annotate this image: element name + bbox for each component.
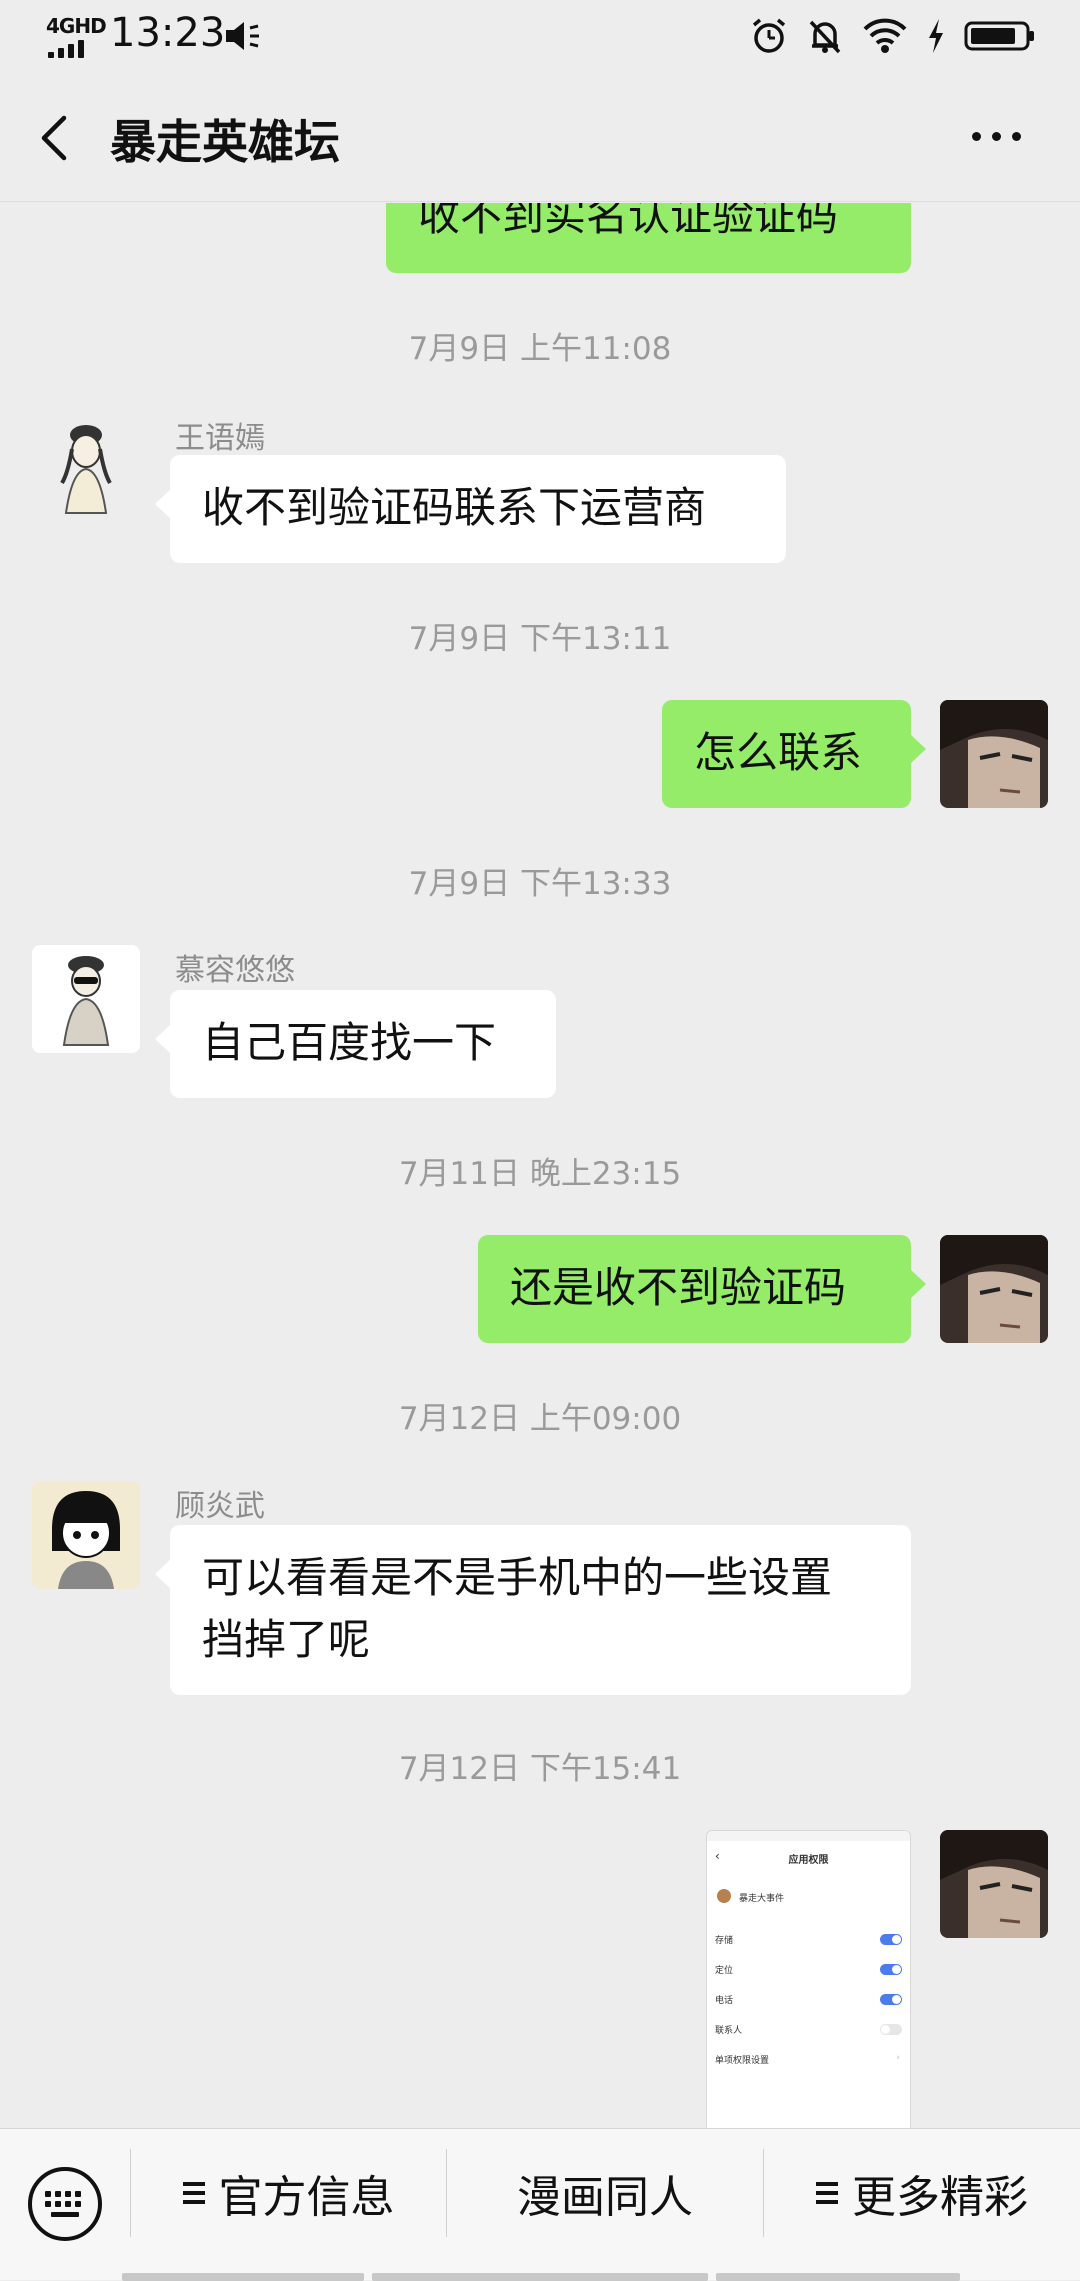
avatar-image: [32, 945, 140, 1053]
chat-title: 暴走英雄坛: [110, 115, 340, 169]
timestamp: 7月9日 上午11:08: [408, 331, 672, 367]
avatar-image: [940, 700, 1048, 808]
permission-toggle: [880, 1964, 902, 1975]
permission-row: 存储: [715, 1933, 902, 1947]
permission-label: 联系人: [715, 2026, 743, 2036]
message-text-line: 挡掉了呢: [202, 1615, 371, 1664]
timestamp: 7月9日 下午13:33: [408, 866, 672, 902]
battery-icon: [964, 21, 1034, 51]
bottom-menu-bar: 官方信息 漫画同人 更多精彩: [0, 2128, 1080, 2281]
menu-label: 漫画同人: [517, 2172, 693, 2223]
permission-label: 电话: [715, 1996, 734, 2006]
my-avatar[interactable]: [940, 1830, 1048, 1938]
menu-label: 更多精彩: [852, 2172, 1028, 2223]
dot-icon: [972, 131, 981, 141]
keyboard-toggle-button[interactable]: [26, 2165, 104, 2243]
menu-official-info[interactable]: 官方信息: [131, 2129, 446, 2257]
charging-icon: [929, 19, 943, 53]
message-bubble-self[interactable]: 怎么联系: [662, 700, 926, 808]
permission-label: 定位: [715, 1966, 734, 1976]
status-bar: 4GHD 13:23: [0, 0, 1080, 72]
avatar-image: [940, 1235, 1048, 1343]
message-bubble-self[interactable]: 还是收不到验证码: [478, 1235, 926, 1343]
message-text: 收不到实名认证验证码: [418, 203, 839, 240]
timestamp: 7月12日 下午15:41: [398, 1751, 682, 1787]
permission-row: 电话: [715, 1993, 902, 2007]
menu-label: 官方信息: [218, 2172, 395, 2223]
message-list[interactable]: 收不到实名认证验证码 7月9日 上午11:08 王语嫣 收不到验证码联系下运营商…: [0, 203, 1080, 2128]
back-button[interactable]: [30, 110, 80, 166]
dot-icon: [1012, 131, 1021, 141]
permission-toggle: [880, 1934, 902, 1945]
signal-icon: 4GHD: [46, 14, 107, 58]
permission-toggle: [880, 1994, 902, 2005]
screenshot-status-bar: [707, 1831, 910, 1841]
my-avatar[interactable]: [940, 700, 1048, 808]
menu-list-icon: [816, 2177, 838, 2209]
timestamp: 7月12日 上午09:00: [398, 1401, 682, 1437]
avatar-image: [32, 1481, 140, 1589]
image-message[interactable]: ‹ 应用权限 暴走大事件 存储 定位 电话 联系人 单项权限设置 ›: [706, 1830, 911, 2128]
chat-header: 暴走英雄坛: [0, 72, 1080, 202]
permission-row: 联系人: [715, 2023, 902, 2037]
screenshot-app-name: 暴走大事件: [739, 1894, 785, 1904]
app-icon: [717, 1889, 731, 1903]
message-text: 怎么联系: [694, 728, 863, 777]
timestamp: 7月9日 下午13:11: [408, 621, 672, 657]
screenshot-title: 应用权限: [788, 1855, 829, 1866]
permission-row: 定位: [715, 1963, 902, 1977]
message-text-line: 可以看看是不是手机中的一些设置: [202, 1553, 833, 1602]
notifications-off-icon: [809, 20, 841, 54]
permission-row: 单项权限设置 ›: [715, 2053, 902, 2067]
permission-label: 单项权限设置: [715, 2056, 770, 2066]
permission-toggle: [880, 2024, 902, 2035]
sender-name: 王语嫣: [175, 421, 265, 456]
avatar[interactable]: [32, 945, 140, 1053]
avatar[interactable]: [32, 413, 140, 521]
my-avatar[interactable]: [940, 1235, 1048, 1343]
avatar[interactable]: [32, 1481, 140, 1589]
avatar-image: [940, 1830, 1048, 1938]
alarm-icon: [752, 18, 786, 53]
message-bubble-other[interactable]: 可以看看是不是手机中的一些设置 挡掉了呢: [155, 1525, 911, 1695]
permission-label: 存储: [715, 1936, 734, 1946]
chevron-right-icon: ›: [896, 2053, 900, 2063]
message-text: 还是收不到验证码: [510, 1263, 847, 1312]
dot-icon: [992, 131, 1001, 141]
clock: 13:23: [110, 10, 226, 56]
timestamp: 7月11日 晚上23:15: [398, 1156, 682, 1192]
network-type: 4GHD: [46, 14, 107, 38]
speaker-icon: [226, 22, 259, 50]
message-text: 收不到验证码联系下运营商: [202, 483, 707, 532]
message-text: 自己百度找一下: [202, 1018, 497, 1067]
avatar-image: [32, 413, 140, 521]
menu-comics[interactable]: 漫画同人: [447, 2129, 763, 2257]
message-bubble-other[interactable]: 收不到验证码联系下运营商: [155, 455, 786, 563]
more-options-button[interactable]: [972, 116, 1032, 156]
menu-more[interactable]: 更多精彩: [764, 2129, 1080, 2257]
message-bubble-other[interactable]: 自己百度找一下: [155, 990, 556, 1098]
menu-list-icon: [182, 2177, 205, 2209]
wifi-icon: [863, 18, 907, 53]
sender-name: 顾炎武: [175, 1489, 265, 1524]
sender-name: 慕容悠悠: [175, 953, 295, 988]
message-bubble-self[interactable]: 收不到实名认证验证码: [386, 203, 911, 273]
